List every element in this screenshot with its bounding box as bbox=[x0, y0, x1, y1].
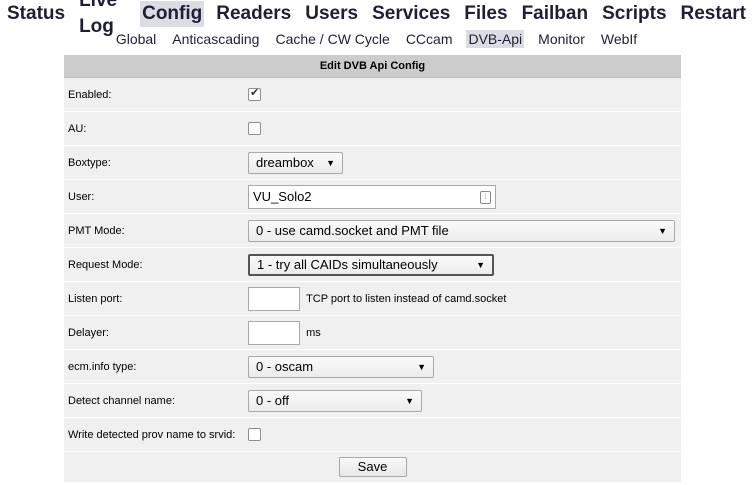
pmt-mode-label: PMT Mode: bbox=[64, 213, 244, 248]
row-boxtype: Boxtype: dreambox ▼ bbox=[64, 145, 681, 180]
row-user: User: VU_Solo2 ⁞ bbox=[64, 179, 681, 214]
row-au: AU: bbox=[64, 111, 681, 146]
form-title: Edit DVB Api Config bbox=[64, 55, 681, 78]
submenu-monitor[interactable]: Monitor bbox=[536, 30, 587, 48]
menu-failban[interactable]: Failban bbox=[520, 1, 591, 27]
submenu-dvb-api[interactable]: DVB-Api bbox=[466, 30, 525, 48]
pmt-mode-select[interactable]: 0 - use camd.socket and PMT file ▼ bbox=[248, 219, 675, 242]
dvbapi-config-form: Edit DVB Api Config Enabled: AU: Boxtype… bbox=[64, 55, 681, 482]
detect-channel-select[interactable]: 0 - off ▼ bbox=[248, 389, 422, 412]
row-listen-port: Listen port: TCP port to listen instead … bbox=[64, 281, 681, 316]
row-request-mode: Request Mode: 1 - try all CAIDs simultan… bbox=[64, 247, 681, 282]
ecminfo-type-value: 0 - oscam bbox=[256, 359, 314, 374]
detect-channel-value: 0 - off bbox=[256, 393, 290, 408]
chevron-down-icon: ▼ bbox=[405, 395, 414, 406]
boxtype-value: dreambox bbox=[256, 155, 314, 170]
menu-users[interactable]: Users bbox=[303, 1, 360, 27]
menu-config[interactable]: Config bbox=[140, 1, 205, 27]
row-ecminfo-type: ecm.info type: 0 - oscam ▼ bbox=[64, 349, 681, 384]
au-label: AU: bbox=[64, 111, 244, 146]
detect-channel-label: Detect channel name: bbox=[64, 383, 244, 418]
row-pmt-mode: PMT Mode: 0 - use camd.socket and PMT fi… bbox=[64, 213, 681, 248]
ecminfo-type-select[interactable]: 0 - oscam ▼ bbox=[248, 355, 434, 378]
boxtype-label: Boxtype: bbox=[64, 145, 244, 180]
enabled-checkbox[interactable] bbox=[248, 86, 261, 101]
password-manager-icon[interactable]: ⁞ bbox=[480, 190, 491, 204]
request-mode-value: 1 - try all CAIDs simultaneously bbox=[257, 257, 438, 272]
write-prov-checkbox[interactable] bbox=[248, 428, 261, 441]
menu-restart[interactable]: Restart bbox=[679, 1, 748, 27]
submenu-cache-cw-cycle[interactable]: Cache / CW Cycle bbox=[273, 30, 391, 48]
menu-files[interactable]: Files bbox=[462, 1, 509, 27]
chevron-down-icon: ▼ bbox=[326, 157, 335, 168]
submenu-cccam[interactable]: CCcam bbox=[404, 30, 455, 48]
listen-port-input[interactable] bbox=[248, 286, 300, 311]
menu-status[interactable]: Status bbox=[5, 1, 67, 27]
au-checkbox[interactable] bbox=[248, 122, 261, 135]
menu-readers[interactable]: Readers bbox=[214, 1, 293, 27]
boxtype-select[interactable]: dreambox ▼ bbox=[248, 151, 343, 174]
pmt-mode-value: 0 - use camd.socket and PMT file bbox=[256, 223, 449, 238]
submenu-global[interactable]: Global bbox=[114, 30, 158, 48]
config-submenu: Global Anticascading Cache / CW Cycle CC… bbox=[0, 29, 753, 49]
write-prov-label: Write detected prov name to srvid: bbox=[64, 417, 244, 452]
row-write-prov: Write detected prov name to srvid: bbox=[64, 417, 681, 452]
menu-scripts[interactable]: Scripts bbox=[600, 1, 668, 27]
row-delayer: Delayer: ms bbox=[64, 315, 681, 350]
user-label: User: bbox=[64, 179, 244, 214]
enabled-label: Enabled: bbox=[64, 77, 244, 112]
request-mode-label: Request Mode: bbox=[64, 247, 244, 282]
delayer-label: Delayer: bbox=[64, 315, 244, 350]
main-menu: Status Live Log Config Readers Users Ser… bbox=[0, 0, 753, 37]
row-save: Save bbox=[64, 451, 681, 482]
delayer-input[interactable] bbox=[248, 320, 300, 345]
menu-services[interactable]: Services bbox=[370, 1, 452, 27]
listen-port-label: Listen port: bbox=[64, 281, 244, 316]
row-enabled: Enabled: bbox=[64, 77, 681, 112]
ecminfo-type-label: ecm.info type: bbox=[64, 349, 244, 384]
user-input[interactable]: VU_Solo2 ⁞ bbox=[248, 184, 496, 209]
request-mode-select[interactable]: 1 - try all CAIDs simultaneously ▼ bbox=[248, 253, 494, 276]
submenu-anticascading[interactable]: Anticascading bbox=[170, 30, 261, 48]
chevron-down-icon: ▼ bbox=[417, 361, 426, 372]
chevron-down-icon: ▼ bbox=[658, 225, 667, 236]
save-button[interactable]: Save bbox=[338, 457, 407, 477]
submenu-webif[interactable]: WebIf bbox=[599, 30, 639, 48]
listen-port-hint: TCP port to listen instead of camd.socke… bbox=[306, 292, 507, 305]
row-detect-channel: Detect channel name: 0 - off ▼ bbox=[64, 383, 681, 418]
delayer-unit: ms bbox=[306, 326, 321, 339]
user-value: VU_Solo2 bbox=[253, 188, 312, 204]
chevron-down-icon: ▼ bbox=[476, 259, 485, 270]
